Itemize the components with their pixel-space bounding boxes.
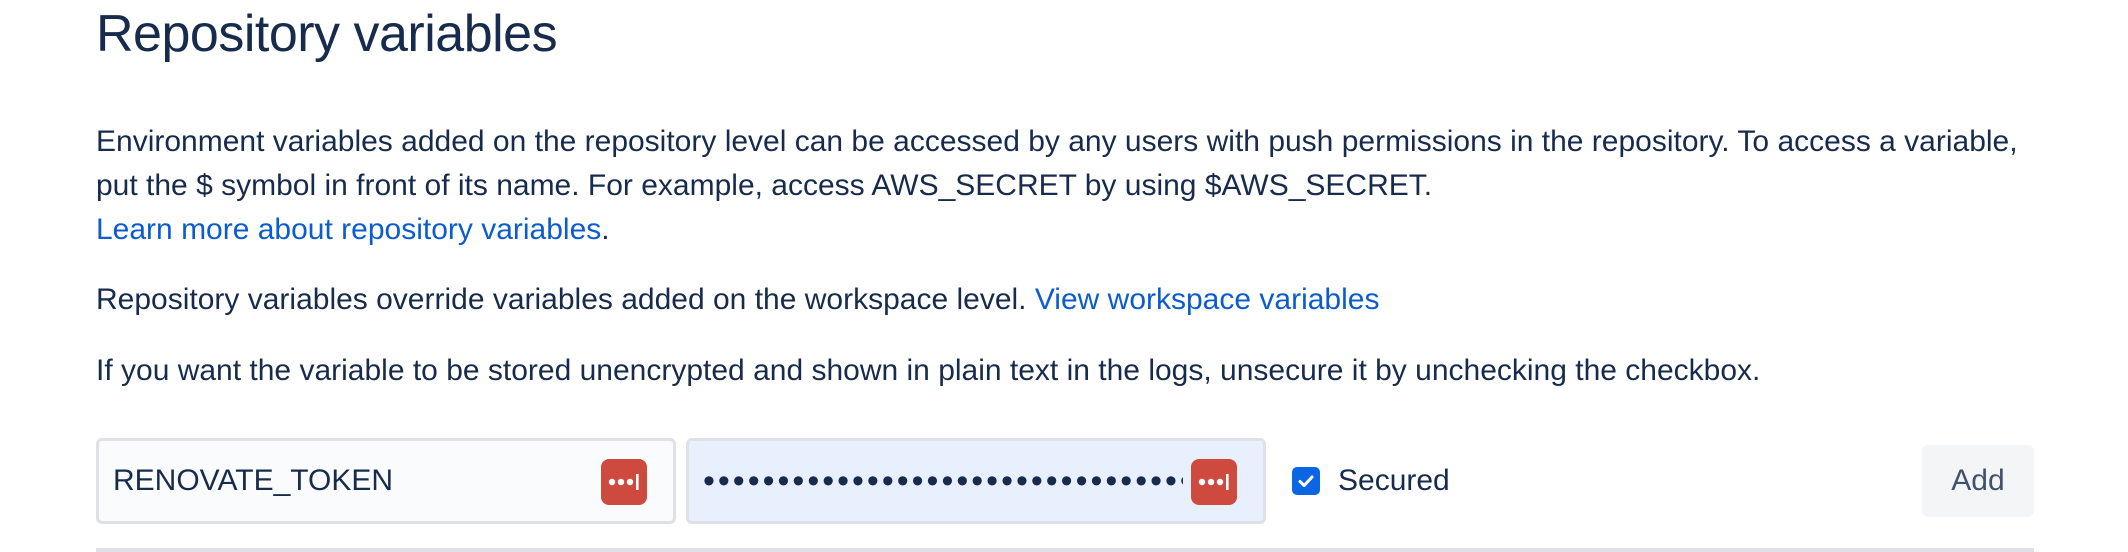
override-text: Repository variables override variables … xyxy=(96,283,1035,316)
secured-label: Secured xyxy=(1338,464,1450,497)
learn-more-suffix: . xyxy=(601,213,610,246)
password-manager-icon[interactable] xyxy=(1191,459,1237,505)
password-manager-icon[interactable] xyxy=(601,459,647,505)
secured-checkbox[interactable]: Secured xyxy=(1292,438,1450,524)
variable-name-input[interactable] xyxy=(99,441,673,521)
variable-name-field xyxy=(96,438,676,524)
variable-value-input[interactable] xyxy=(689,441,1263,521)
view-workspace-variables-link[interactable]: View workspace variables xyxy=(1035,283,1380,316)
learn-more-link[interactable]: Learn more about repository variables xyxy=(96,213,601,246)
add-variable-form: Secured Add xyxy=(96,438,2034,524)
checkmark-icon[interactable] xyxy=(1292,467,1320,495)
description-text: Environment variables added on the repos… xyxy=(96,125,2018,202)
override-paragraph: Repository variables override variables … xyxy=(96,278,2056,322)
page-title: Repository variables xyxy=(96,5,558,63)
description-paragraph: Environment variables added on the repos… xyxy=(96,120,2056,252)
unsecure-paragraph: If you want the variable to be stored un… xyxy=(96,354,1761,387)
table-divider xyxy=(96,548,2034,552)
add-button[interactable]: Add xyxy=(1922,445,2034,517)
variable-value-field xyxy=(686,438,1266,524)
